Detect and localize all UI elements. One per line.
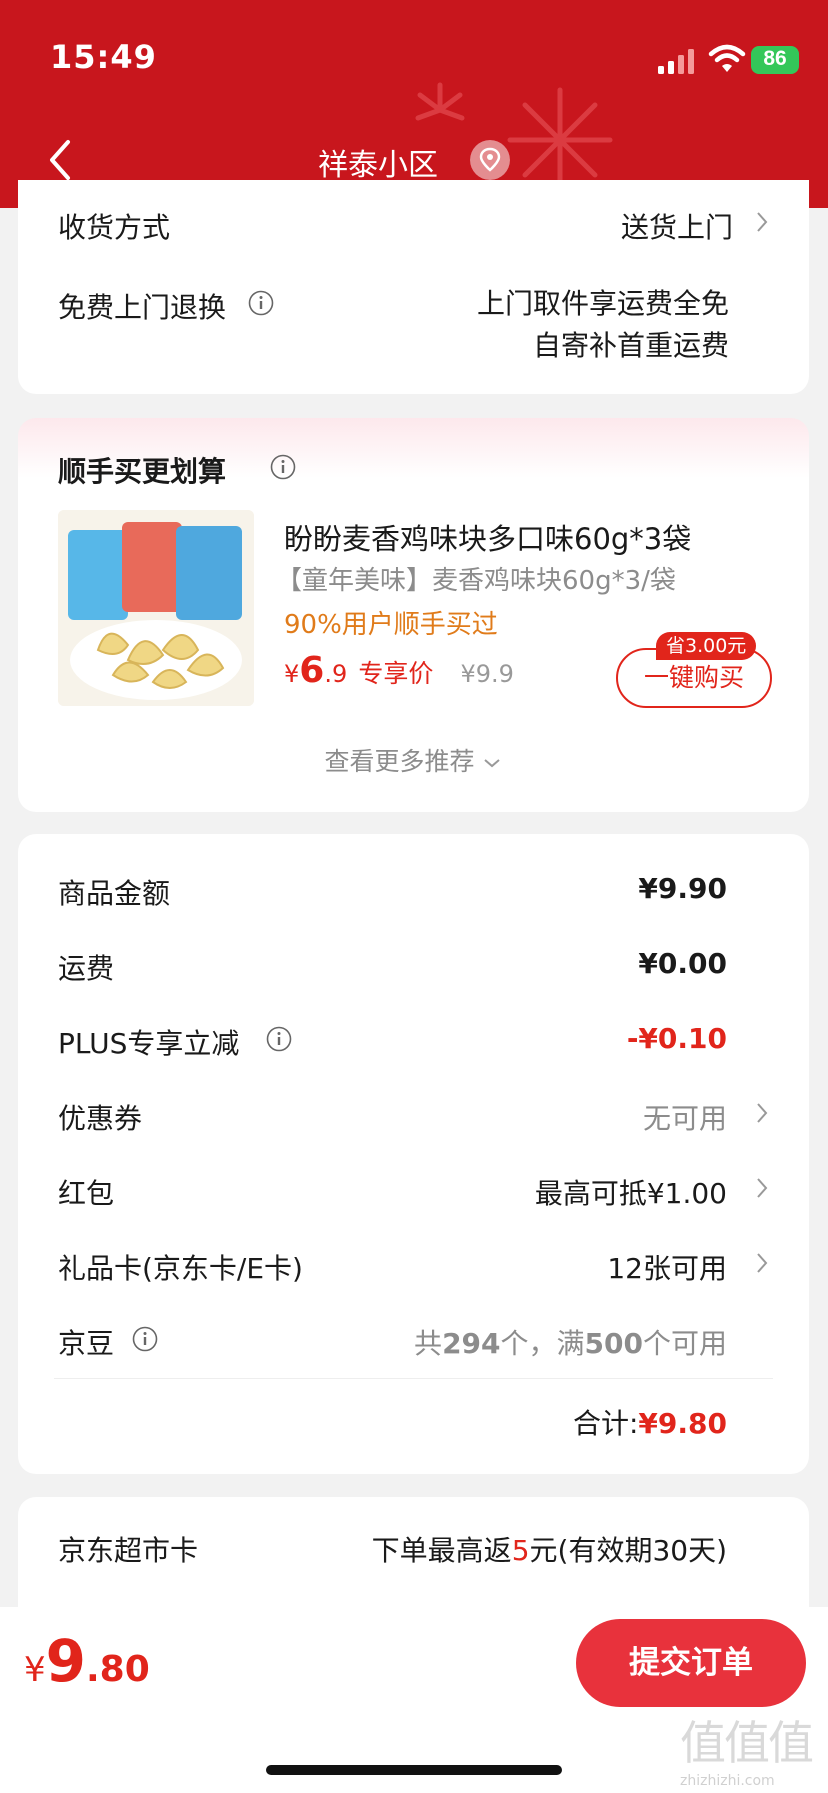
summary-row-label: 京豆 [58,1327,115,1360]
free-return-label: 免费上门退换 [58,291,227,324]
chevron-right-icon[interactable] [755,1101,769,1125]
summary-row-label: 运费 [58,952,115,985]
coupon-value[interactable]: 无可用 [643,1097,727,1137]
addon-card: 顺手买更划算 盼盼麦香鸡味块多口味60g*3袋 【童年美味】麦香鸡味块60g*3… [18,418,809,812]
home-indicator[interactable] [266,1765,562,1775]
bottom-bar: ¥9.80 提交订单 值值值 zhizhizhi.com [0,1607,828,1793]
watermark: 值值值 zhizhizhi.com [680,1707,820,1789]
red-packet-value[interactable]: 最高可抵¥1.00 [535,1172,727,1212]
supermarket-post: 元(有效期30天) [529,1534,727,1567]
price-summary-card: 商品金额 ¥9.90 运费 ¥0.00 PLUS专享立减 -¥0.10 优惠券 … [18,834,809,1474]
supermarket-card: 京东超市卡 下单最高返5元(有效期30天) [18,1497,809,1617]
battery-icon: 86 [751,46,799,74]
chevron-down-icon [484,759,501,768]
price-dec: .9 [324,660,348,688]
addon-title: 顺手买更划算 [58,455,227,488]
supermarket-num: 5 [511,1534,530,1567]
original-price: ¥9.9 [460,660,514,688]
bottom-price-dec: .80 [86,1649,150,1690]
bottom-price-int: 9 [45,1627,86,1695]
info-icon[interactable] [266,1026,292,1052]
watermark-site: zhizhizhi.com [680,1773,775,1789]
save-badge: 省3.00元 [656,632,757,660]
summary-row-value: ¥0.00 [638,947,727,980]
chevron-right-icon[interactable] [755,1251,769,1275]
total-value: ¥9.80 [638,1407,727,1440]
price-int: 6 [299,650,325,691]
more-label: 查看更多推荐 [324,747,475,776]
jingdou-mid: 个，满 [500,1327,585,1360]
more-recommendations-link[interactable]: 查看更多推荐 [18,742,809,778]
gift-card-value[interactable]: 12张可用 [607,1247,727,1287]
supermarket-value: 下单最高返5元(有效期30天) [372,1529,727,1569]
submit-order-button[interactable]: 提交订单 [576,1619,806,1707]
jingdou-count: 294 [442,1327,501,1360]
total-row: 合计:¥9.80 [573,1402,727,1442]
watermark-logo: 值值值 [680,1716,814,1770]
location-icon[interactable] [470,140,510,180]
jingdou-post: 个可用 [642,1327,727,1360]
snack-product-icon [58,510,254,706]
divider [54,1378,773,1379]
plus-discount-value: -¥0.10 [626,1022,727,1055]
top-header: 15:49 86 祥泰小区 [0,0,828,208]
info-icon[interactable] [270,454,296,480]
addon-product-desc: 【童年美味】麦香鸡味块60g*3/袋 [276,566,676,596]
jingdou-pre: 共 [414,1327,443,1360]
addon-price: ¥6.9 专享价 ¥9.9 [284,650,514,691]
addon-social-proof: 90%用户顺手买过 [284,610,498,640]
info-icon[interactable] [248,290,274,316]
chevron-right-icon[interactable] [755,1176,769,1200]
free-return-line1: 上门取件享运费全免 [476,287,729,320]
supermarket-pre: 下单最高返 [371,1534,512,1567]
price-tag: 专享价 [358,659,434,688]
bottom-price-symbol: ¥ [24,1650,46,1690]
supermarket-label: 京东超市卡 [58,1534,199,1567]
product-image[interactable] [58,510,254,706]
delivery-card: 收货方式 送货上门 免费上门退换 上门取件享运费全免 自寄补首重运费 [18,180,809,394]
status-time: 15:49 [50,38,157,76]
summary-row-label: 礼品卡(京东卡/E卡) [58,1252,303,1285]
summary-row-label: 红包 [58,1177,115,1210]
delivery-method-value[interactable]: 送货上门 [621,206,733,246]
info-icon[interactable] [132,1326,158,1352]
jingdou-threshold: 500 [584,1327,643,1360]
jingdou-value: 共294个，满500个可用 [414,1322,727,1362]
bottom-total-price: ¥9.80 [24,1627,150,1695]
wifi-icon [708,44,746,72]
chevron-right-icon[interactable] [755,210,769,234]
price-symbol: ¥ [284,660,300,688]
summary-row-value: ¥9.90 [638,872,727,905]
signal-icon [658,49,694,74]
delivery-method-label: 收货方式 [58,211,171,244]
battery-level: 86 [763,47,787,70]
back-arrow-icon[interactable] [42,136,78,184]
free-return-line2: 自寄补首重运费 [532,329,729,362]
summary-row-label: 优惠券 [58,1102,143,1135]
addon-product-name[interactable]: 盼盼麦香鸡味块多口味60g*3袋 [284,516,691,558]
total-label: 合计: [572,1407,639,1440]
summary-row-label: 商品金额 [58,877,171,910]
address-title[interactable]: 祥泰小区 [318,140,438,184]
summary-row-label: PLUS专享立减 [58,1027,240,1060]
